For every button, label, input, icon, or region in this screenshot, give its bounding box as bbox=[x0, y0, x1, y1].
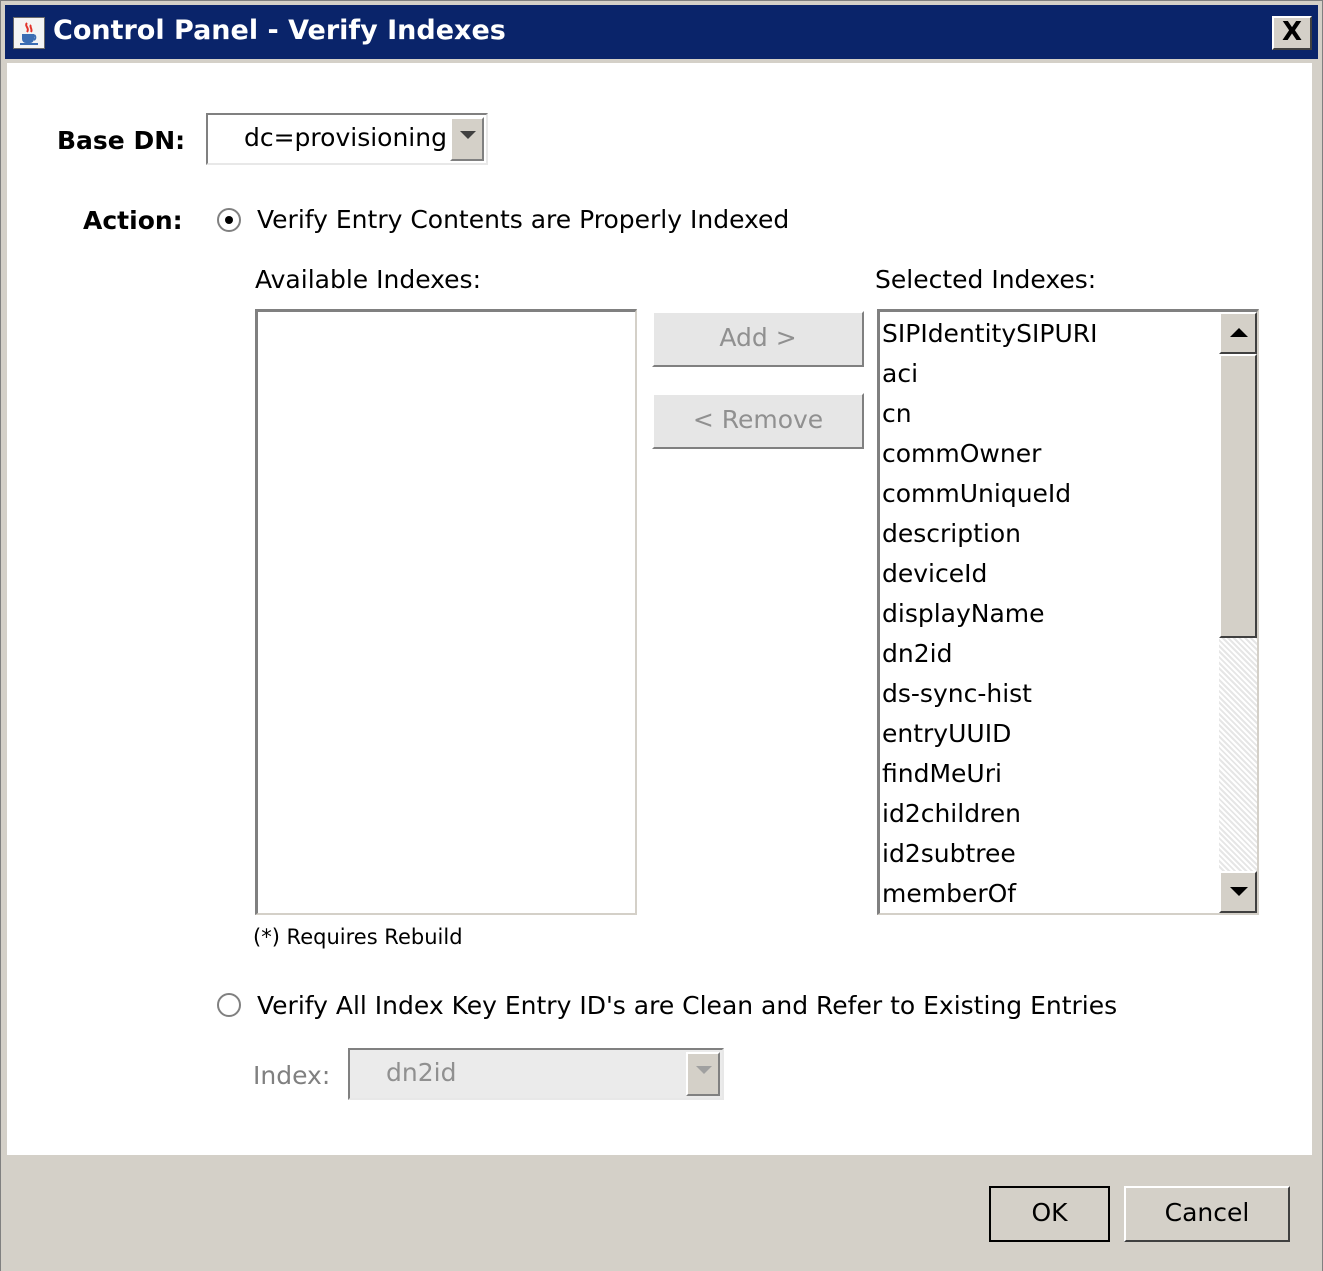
chevron-down-icon[interactable] bbox=[450, 117, 484, 161]
ok-button[interactable]: OK bbox=[989, 1186, 1110, 1242]
selected-index-item[interactable]: id2subtree bbox=[882, 834, 1098, 874]
selected-index-item[interactable]: SIPIdentitySIPURI bbox=[882, 314, 1098, 354]
selected-index-item[interactable]: ds-sync-hist bbox=[882, 674, 1098, 714]
base-dn-label: Base DN: bbox=[57, 126, 186, 155]
selected-index-item[interactable]: findMeUri bbox=[882, 754, 1098, 794]
selected-indexes-items: SIPIdentitySIPURI aci cn commOwner commUniqu… bbox=[882, 314, 1098, 913]
selected-index-item[interactable]: memberOf bbox=[882, 874, 1098, 913]
selected-index-item[interactable]: aci bbox=[882, 354, 1098, 394]
action-label: Action: bbox=[83, 206, 183, 235]
selected-indexes-scrollbar[interactable] bbox=[1219, 312, 1257, 913]
cancel-button[interactable]: Cancel bbox=[1124, 1186, 1290, 1242]
selected-index-item[interactable]: displayName bbox=[882, 594, 1098, 634]
verify-indexes-dialog: Control Panel - Verify Indexes X Base DN… bbox=[0, 0, 1323, 1271]
chevron-down-icon[interactable] bbox=[686, 1052, 720, 1096]
selected-index-item[interactable]: commUniqueId bbox=[882, 474, 1098, 514]
selected-index-item[interactable]: entryUUID bbox=[882, 714, 1098, 754]
selected-index-item[interactable]: dn2id bbox=[882, 634, 1098, 674]
scroll-down-icon[interactable] bbox=[1219, 871, 1257, 913]
index-label: Index: bbox=[253, 1061, 331, 1090]
close-icon[interactable]: X bbox=[1272, 16, 1312, 50]
available-indexes-list[interactable] bbox=[255, 309, 637, 915]
add-button[interactable]: Add > bbox=[652, 311, 864, 367]
window-title: Control Panel - Verify Indexes bbox=[53, 15, 506, 46]
dialog-footer: OK Cancel bbox=[1, 1159, 1322, 1271]
verify-contents-label[interactable]: Verify Entry Contents are Properly Index… bbox=[257, 205, 789, 234]
title-bar[interactable]: Control Panel - Verify Indexes X bbox=[5, 5, 1318, 59]
dialog-content: Base DN: dc=provisioning Action: Verify … bbox=[7, 63, 1312, 1155]
verify-clean-radio[interactable] bbox=[217, 993, 241, 1017]
selected-indexes-label: Selected Indexes: bbox=[875, 265, 1097, 294]
base-dn-value: dc=provisioning bbox=[244, 123, 447, 152]
remove-button[interactable]: < Remove bbox=[652, 393, 864, 449]
base-dn-select[interactable]: dc=provisioning bbox=[206, 113, 488, 165]
selected-index-item[interactable]: id2children bbox=[882, 794, 1098, 834]
selected-index-item[interactable]: cn bbox=[882, 394, 1098, 434]
java-cup-icon bbox=[13, 17, 45, 49]
scrollbar-thumb[interactable] bbox=[1219, 354, 1257, 638]
selected-index-item[interactable]: deviceId bbox=[882, 554, 1098, 594]
index-select[interactable]: dn2id bbox=[348, 1048, 724, 1100]
available-indexes-label: Available Indexes: bbox=[255, 265, 481, 294]
selected-indexes-list[interactable]: SIPIdentitySIPURI aci cn commOwner commUniqu… bbox=[877, 309, 1259, 915]
verify-contents-radio[interactable] bbox=[217, 208, 241, 232]
selected-index-item[interactable]: description bbox=[882, 514, 1098, 554]
index-value: dn2id bbox=[386, 1058, 457, 1087]
selected-index-item[interactable]: commOwner bbox=[882, 434, 1098, 474]
verify-clean-label[interactable]: Verify All Index Key Entry ID's are Clea… bbox=[257, 991, 1117, 1020]
requires-rebuild-note: (*) Requires Rebuild bbox=[253, 925, 463, 949]
scroll-up-icon[interactable] bbox=[1219, 312, 1257, 354]
